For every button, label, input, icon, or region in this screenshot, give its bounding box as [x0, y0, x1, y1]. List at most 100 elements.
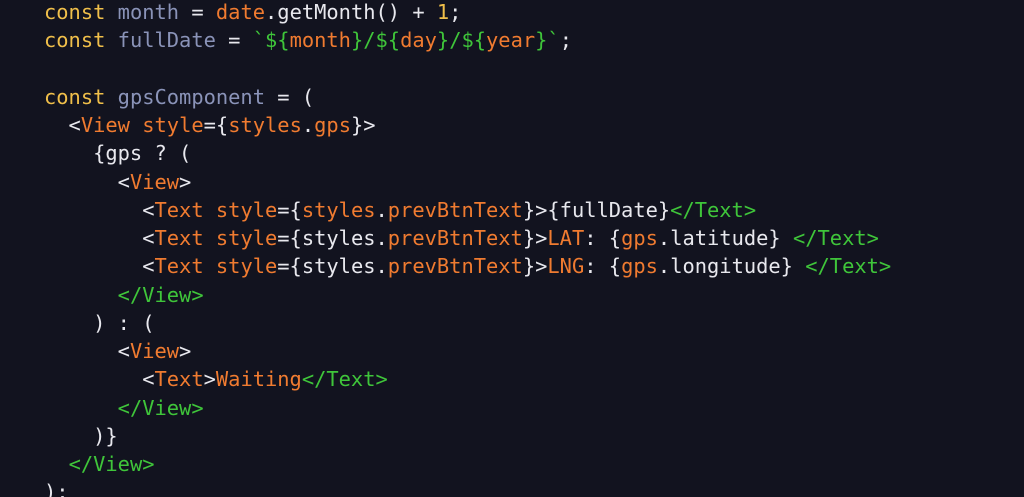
code-token: {gps ? ( [44, 141, 192, 166]
code-line: </View> [44, 394, 891, 422]
code-line: <View style={styles.gps}> [44, 111, 891, 139]
code-token: style [215, 197, 278, 222]
code-token: styles [228, 113, 302, 137]
code-token: > [203, 367, 216, 392]
code-token: Text [154, 226, 204, 250]
code-token: > [179, 169, 192, 194]
code-token: ={ [203, 113, 229, 137]
code-token: </View> [68, 452, 155, 476]
code-line: const fullDate = `${month}/${day}/${year… [44, 26, 891, 54]
code-token: < [44, 339, 130, 363]
code-token: prevBtnText [387, 226, 523, 250]
code-line: <Text>Waiting</Text> [44, 365, 891, 393]
code-line: ) : ( [44, 309, 891, 337]
code-token: month [117, 0, 180, 24]
code-token: .getMonth() + [265, 0, 437, 24]
code-token: }> [350, 113, 376, 137]
code-token: </Text> [670, 197, 757, 222]
code-token: gps [314, 113, 351, 137]
code-token: < [44, 113, 81, 137]
code-token: month [289, 28, 351, 53]
code-token: year [486, 28, 536, 53]
code-token: Waiting [215, 367, 302, 392]
code-token: }/${ [436, 28, 487, 53]
code-line: <Text style={styles.prevBtnText}>{fullDa… [44, 196, 891, 224]
code-token: ) : ( [44, 310, 155, 335]
code-token: > [179, 339, 192, 363]
code-editor[interactable]: const month = date.getMonth() + 1; const … [0, 0, 1024, 497]
code-line: {gps ? ( [44, 139, 891, 167]
code-token: gps [621, 226, 658, 250]
code-token: </Text> [301, 367, 388, 392]
code-token: ); [44, 480, 69, 497]
code-token: ; [449, 0, 462, 24]
code-token: < [44, 367, 155, 392]
code-token: day [400, 28, 437, 53]
code-token: = [179, 0, 216, 24]
code-token: style [142, 113, 204, 137]
code-token: < [44, 169, 130, 194]
code-token: Text [154, 197, 204, 222]
code-line: <View> [44, 337, 891, 365]
code-token: date [215, 0, 266, 24]
code-token: }> [522, 254, 548, 279]
code-line: const gpsComponent = ( [44, 83, 891, 111]
code-token: fullDate [117, 28, 216, 53]
code-token: gpsComponent [117, 84, 265, 109]
code-token: : { [584, 226, 622, 250]
code-line: </View> [44, 281, 891, 309]
code-token: .longitude} [657, 254, 806, 279]
code-token: . [375, 197, 388, 222]
code-token: </Text> [805, 254, 892, 279]
code-line: const month = date.getMonth() + 1; [44, 0, 891, 26]
code-token: ={styles. [277, 254, 388, 279]
code-token: Text [154, 367, 204, 392]
code-token: : { [584, 254, 622, 279]
code-token: . [301, 113, 315, 137]
code-token: }> [522, 226, 548, 250]
code-token: Text [154, 254, 204, 279]
code-token: style [215, 254, 278, 279]
code-token: = [215, 28, 253, 53]
code-token: </View> [117, 282, 204, 307]
code-token: View [129, 169, 180, 194]
code-token: < [44, 197, 155, 222]
code-token: }` [535, 28, 560, 53]
code-block[interactable]: const month = date.getMonth() + 1; const … [44, 0, 891, 497]
code-line: ​ [44, 55, 891, 83]
code-line: )} [44, 422, 891, 450]
code-line: <Text style={styles.prevBtnText}>LAT: {g… [44, 224, 891, 252]
code-token: prevBtnText [387, 254, 523, 279]
code-token: )} [44, 423, 118, 448]
code-token: < [44, 254, 155, 279]
code-token: </View> [117, 395, 204, 420]
code-token: ={styles. [277, 226, 388, 250]
code-token: ={ [277, 197, 302, 222]
code-token: const [44, 0, 106, 24]
code-token: gps [621, 254, 658, 279]
code-token: LNG [547, 254, 585, 279]
code-token: ; [559, 28, 572, 53]
code-token: .latitude} [657, 226, 793, 250]
code-token: 1 [436, 0, 450, 24]
code-line: ); [44, 478, 891, 497]
code-token: styles [301, 197, 376, 222]
code-token: prevBtnText [387, 197, 523, 222]
code-token: </Text> [792, 226, 879, 250]
code-token: View [129, 339, 180, 363]
code-token: }/${ [350, 28, 401, 53]
code-token: LAT [547, 226, 585, 250]
code-line: </View> [44, 450, 891, 478]
code-token: style [215, 226, 278, 250]
code-token: const [44, 84, 106, 109]
code-token: View [80, 113, 130, 137]
code-token: `${ [252, 28, 290, 53]
